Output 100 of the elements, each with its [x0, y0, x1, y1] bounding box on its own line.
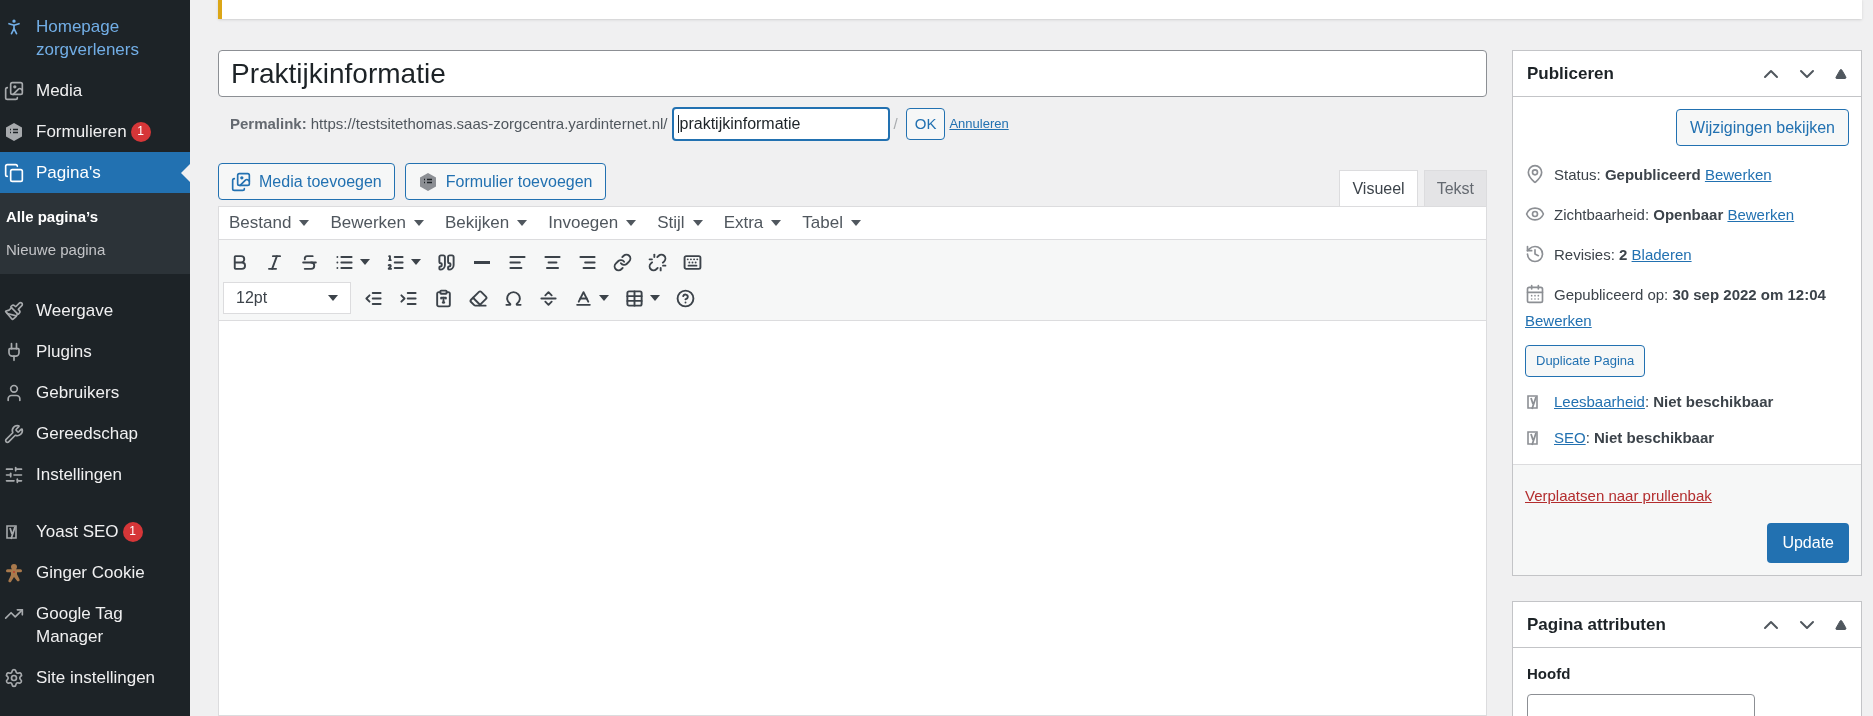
page-break-icon	[539, 288, 558, 308]
box-title: Publiceren	[1527, 62, 1614, 85]
preview-button[interactable]: Wijzigingen bekijken	[1676, 109, 1849, 146]
help-icon	[676, 288, 695, 308]
ok-button[interactable]: OK	[905, 108, 946, 140]
media-icon	[4, 81, 24, 101]
sidebar-item[interactable]: Pagina's	[0, 152, 190, 193]
duplicate-button[interactable]: Duplicate Pagina	[1525, 344, 1646, 377]
editor-menu[interactable]: Extra	[723, 210, 782, 236]
settings-icon	[4, 668, 24, 688]
sidebar-item[interactable]: Weergave	[0, 290, 190, 331]
field-label: Hoofd	[1527, 665, 1571, 682]
edit-link[interactable]: Bewerken	[1704, 166, 1772, 183]
wrench-icon	[4, 424, 24, 444]
count-badge: 1	[130, 121, 151, 142]
seo-score-text: Leesbaarheid: Niet beschikbaar	[1554, 391, 1774, 412]
calendar-icon	[1525, 284, 1545, 304]
edit-link[interactable]: Bewerken	[1525, 310, 1592, 333]
sidebar-item[interactable]: Ginger Cookie	[0, 552, 190, 593]
collapse-icon[interactable]	[1835, 618, 1847, 631]
history-icon	[1525, 244, 1545, 264]
form-icon	[4, 122, 24, 142]
seo-link[interactable]: SEO	[1554, 429, 1586, 446]
cancel-link[interactable]: Annuleren	[949, 114, 1009, 134]
permalink-url: https://testsitethomas.saas-zorgcentra.yardinternet.nl/	[310, 113, 668, 134]
numbered-list-icon	[386, 252, 405, 272]
eraser-icon	[469, 288, 488, 308]
seo-score-text: SEO: Niet beschikbaar	[1554, 428, 1715, 448]
editor-menu[interactable]: Tabel	[802, 210, 861, 236]
edit-link[interactable]: Bladeren	[1631, 246, 1692, 263]
editor-menu[interactable]: Stijl	[657, 210, 703, 236]
editor-tab[interactable]: Tekst	[1423, 170, 1487, 206]
sidebar-item-label: Instellingen	[36, 464, 122, 486]
sidebar-item[interactable]: Plugins	[0, 331, 190, 372]
quote-icon	[437, 252, 456, 272]
add-media-button[interactable]: Media toevoegen	[218, 163, 395, 200]
submenu-item[interactable]: Nieuwe pagina	[0, 233, 190, 266]
editor-menu[interactable]: Bekijken	[445, 210, 528, 236]
user-icon	[4, 383, 24, 403]
sidebar-item[interactable]: Gereedschap	[0, 413, 190, 454]
editor-tab[interactable]: Visueel	[1339, 170, 1418, 206]
sliders-icon	[4, 465, 24, 485]
sidebar-item[interactable]: Site instellingen	[0, 657, 190, 698]
eye-icon	[1525, 204, 1545, 224]
clipboard-icon	[434, 288, 453, 308]
link-icon	[613, 252, 632, 272]
sidebar-item-label: Google Tag Manager	[36, 603, 124, 648]
permalink-label: Permalink:	[230, 113, 307, 134]
sidebar-item-label: Pagina's	[36, 162, 101, 184]
submenu-item[interactable]: Alle pagina’s	[0, 201, 190, 234]
add-media-button[interactable]: Formulier toevoegen	[404, 163, 606, 200]
seo-link[interactable]: Leesbaarheid	[1554, 392, 1645, 410]
pin-icon	[1525, 164, 1545, 184]
media-icon	[231, 171, 251, 192]
sidebar-item[interactable]: Gebruikers	[0, 372, 190, 413]
update-button[interactable]: Update	[1767, 523, 1849, 563]
font-size-select[interactable]: 12pt	[223, 282, 351, 314]
sidebar-item-label: Yoast SEO	[36, 521, 119, 543]
table-icon	[625, 288, 644, 308]
sidebar-item[interactable]: Formulieren 1	[0, 111, 190, 152]
omega-icon	[504, 288, 523, 308]
sidebar-item-label: Site instellingen	[36, 667, 156, 689]
title-field[interactable]: Praktijkinformatie	[218, 50, 1487, 97]
sidebar-item-label: Formulieren	[36, 121, 127, 143]
trash-link[interactable]: Verplaatsen naar prullenbak	[1525, 484, 1712, 507]
count-badge: 1	[122, 521, 143, 542]
publish-info-text: Gepubliceerd op: 30 sep 2022 om 12:04	[1554, 285, 1826, 305]
form-icon	[417, 171, 438, 192]
text-color-icon	[574, 288, 593, 308]
sidebar-item-label: Homepage zorgverleners	[36, 16, 140, 61]
sidebar-item-label: Plugins	[36, 341, 92, 363]
sidebar-item-label: Gebruikers	[36, 382, 120, 404]
edit-link[interactable]: Bewerken	[1727, 206, 1795, 223]
editor-menu[interactable]: Bewerken	[330, 210, 424, 236]
sidebar-item[interactable]: Yoast SEO 1	[0, 511, 190, 552]
sidebar-item[interactable]: Media	[0, 70, 190, 111]
sidebar-item-label: Gereedschap	[36, 423, 139, 445]
strikethrough-icon	[300, 252, 319, 272]
sidebar-item[interactable]: Instellingen	[0, 454, 190, 495]
pages-icon	[4, 163, 24, 183]
gingerbread-icon	[4, 563, 24, 583]
italic-icon	[265, 252, 284, 272]
slug-input[interactable]: praktijkinformatie	[671, 107, 890, 141]
publish-info-text: Zichtbaarheid: Openbaar Bewerken	[1554, 205, 1795, 225]
sidebar-item[interactable]: Homepage zorgverleners	[0, 6, 190, 70]
unlink-icon	[648, 252, 667, 272]
paintbrush-icon	[4, 301, 24, 321]
current-pointer-icon	[181, 163, 190, 182]
collapse-icon[interactable]	[1835, 67, 1847, 80]
keyboard-icon	[683, 252, 702, 272]
editor-menu[interactable]: Bestand	[229, 210, 310, 236]
editor-menu[interactable]: Invoegen	[548, 210, 637, 236]
publish-info-text: Revisies: 2 Bladeren	[1554, 245, 1692, 265]
publish-info-text: Status: Gepubliceerd Bewerken	[1554, 165, 1772, 185]
sidebar-item-label: Weergave	[36, 300, 114, 322]
slash-text: /	[893, 113, 898, 134]
box-title: Pagina attributen	[1527, 613, 1666, 636]
caret-icon	[328, 295, 338, 301]
sidebar-item[interactable]: Google Tag Manager	[0, 593, 190, 657]
sidebar-item-label: Ginger Cookie	[36, 562, 145, 584]
